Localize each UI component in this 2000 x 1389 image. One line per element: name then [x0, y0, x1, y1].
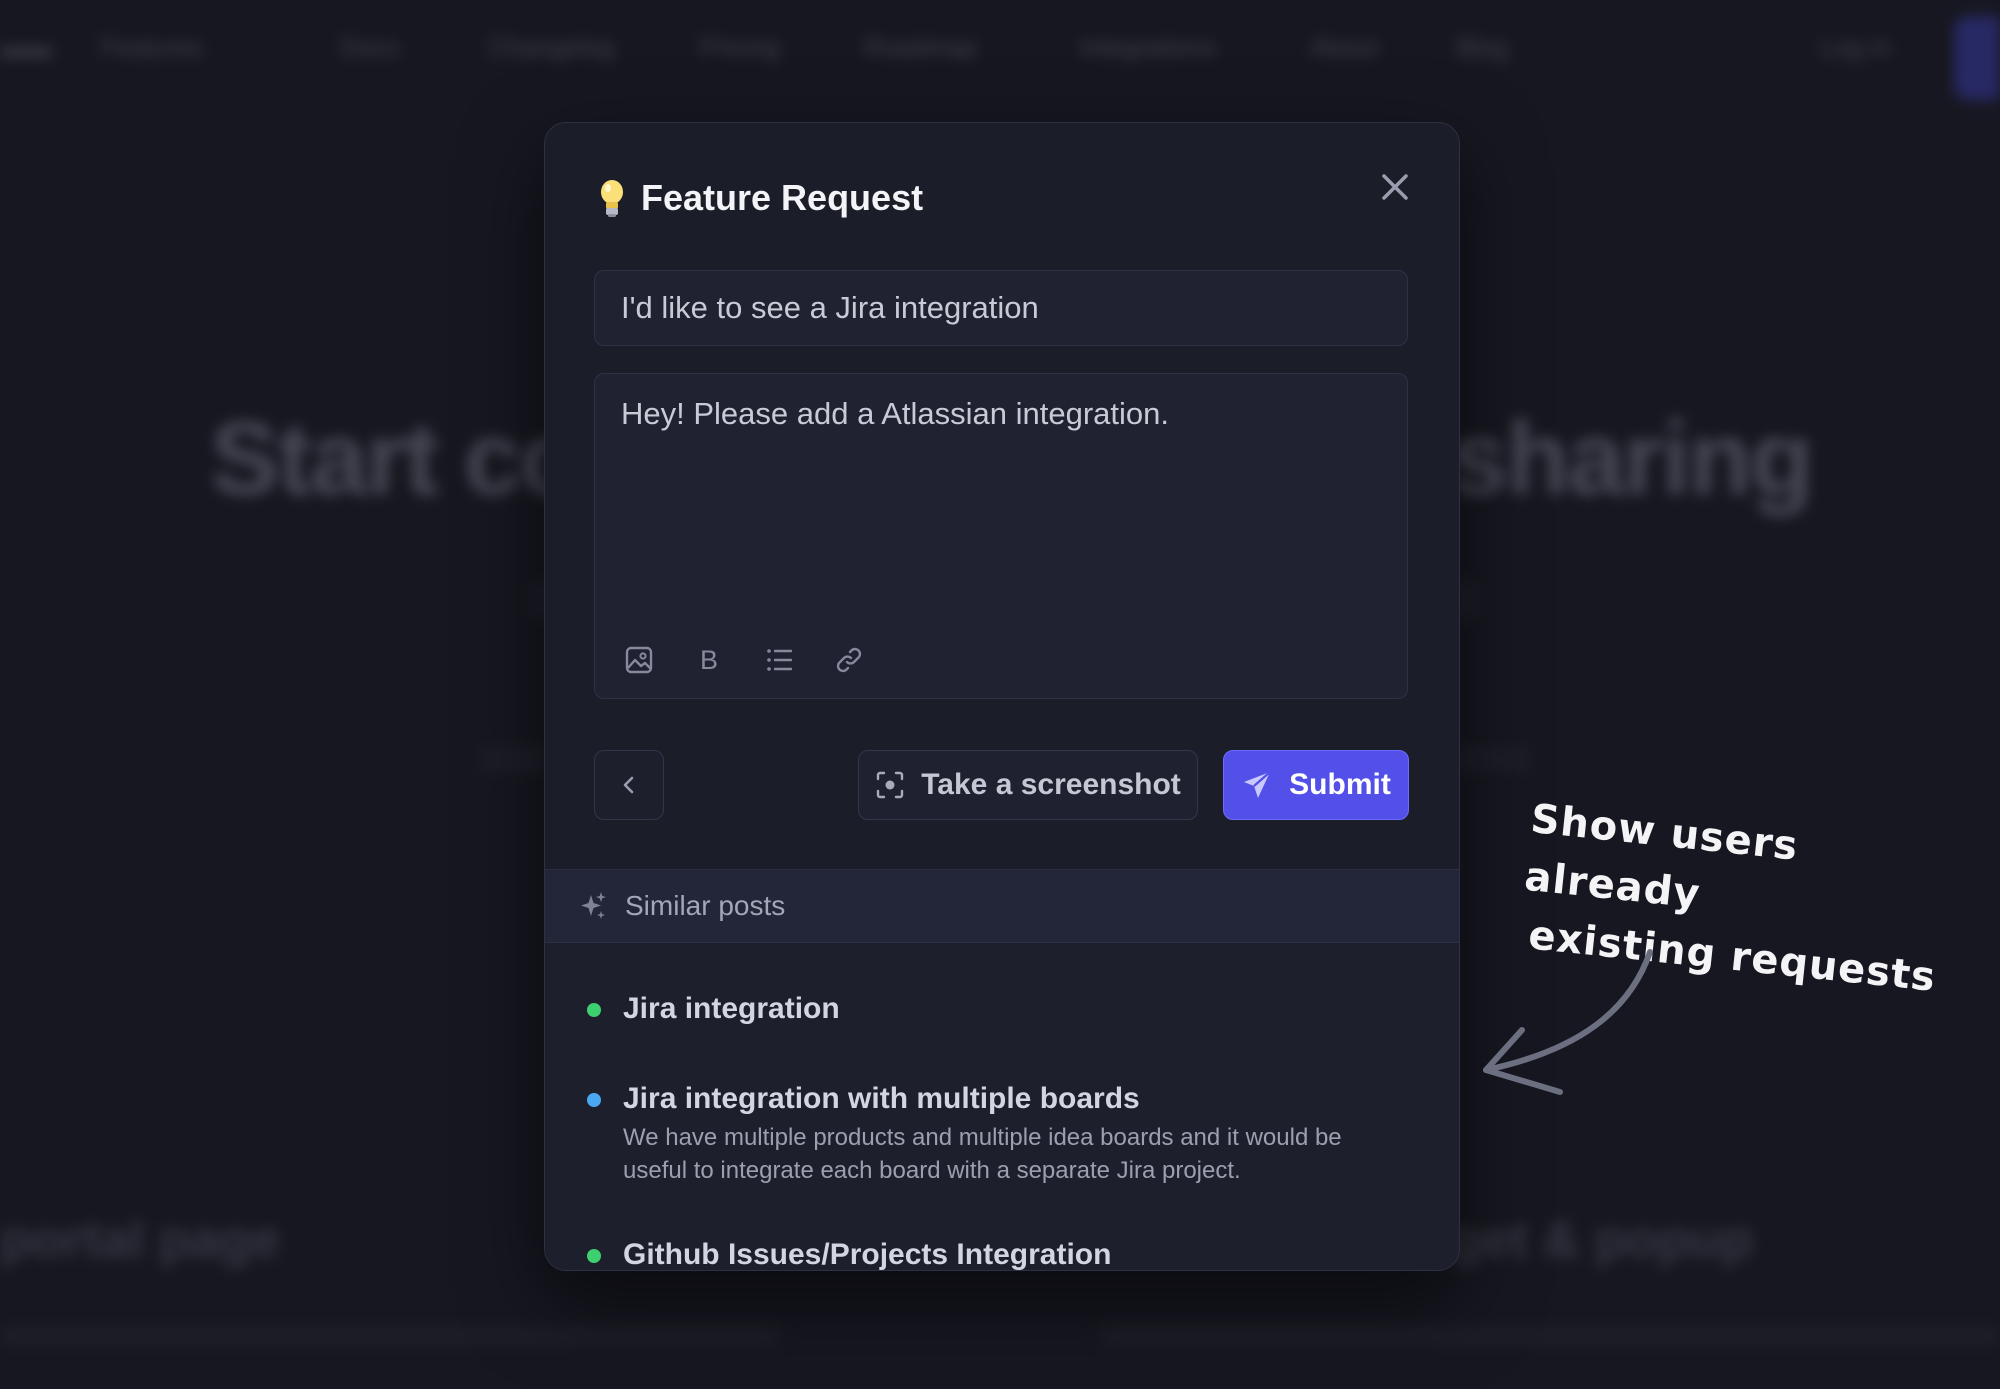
post-title[interactable]: Jira integration — [623, 991, 1399, 1027]
list-icon — [767, 649, 793, 671]
take-screenshot-button[interactable]: Take a screenshot — [858, 750, 1198, 820]
insert-image-button[interactable] — [623, 644, 655, 676]
similar-post-item[interactable]: Jira integration with multiple boards We… — [587, 1081, 1399, 1187]
chevron-left-icon — [623, 776, 634, 794]
close-button[interactable] — [1375, 167, 1415, 207]
submit-button[interactable]: Submit — [1223, 750, 1409, 820]
modal-header: Feature Request — [597, 177, 923, 219]
similar-post-item[interactable]: Jira integration — [587, 991, 1399, 1027]
sparkle-icon — [581, 892, 606, 919]
description-editor[interactable]: Hey! Please add a Atlassian integration.… — [594, 373, 1408, 699]
editor-toolbar: B — [623, 644, 865, 676]
insert-link-button[interactable] — [833, 644, 865, 676]
request-title-input[interactable]: I'd like to see a Jira integration — [594, 270, 1408, 346]
back-button[interactable] — [594, 750, 664, 820]
submit-label: Submit — [1289, 768, 1391, 801]
annotation-arrow-icon — [1483, 949, 1653, 1095]
screenshot-icon — [877, 771, 904, 799]
status-dot — [587, 1249, 601, 1263]
post-description: We have multiple products and multiple i… — [623, 1124, 1342, 1184]
status-dot — [587, 1093, 601, 1107]
take-screenshot-label: Take a screenshot — [921, 768, 1181, 801]
link-icon — [836, 647, 862, 673]
similar-posts-header: Similar posts — [545, 869, 1459, 943]
modal-title: Feature Request — [641, 177, 924, 218]
description-text[interactable]: Hey! Please add a Atlassian integration. — [621, 396, 1169, 432]
bold-button[interactable]: B — [693, 644, 725, 676]
status-dot — [587, 1003, 601, 1017]
bullet-list-button[interactable] — [763, 644, 795, 676]
post-title[interactable]: Jira integration with multiple boards — [623, 1081, 1399, 1117]
lightbulb-icon — [601, 180, 623, 217]
similar-posts-list: Jira integration Jira integration with m… — [545, 943, 1459, 1270]
send-icon — [1244, 771, 1271, 798]
similar-posts-label: Similar posts — [625, 890, 786, 921]
close-icon — [1382, 174, 1408, 200]
image-icon — [625, 646, 653, 674]
feature-request-modal: Feature Request I'd like to see a Jira i… — [544, 122, 1460, 1271]
post-title[interactable]: Github Issues/Projects Integration — [623, 1237, 1399, 1270]
similar-post-item[interactable]: Github Issues/Projects Integration — [587, 1237, 1399, 1270]
